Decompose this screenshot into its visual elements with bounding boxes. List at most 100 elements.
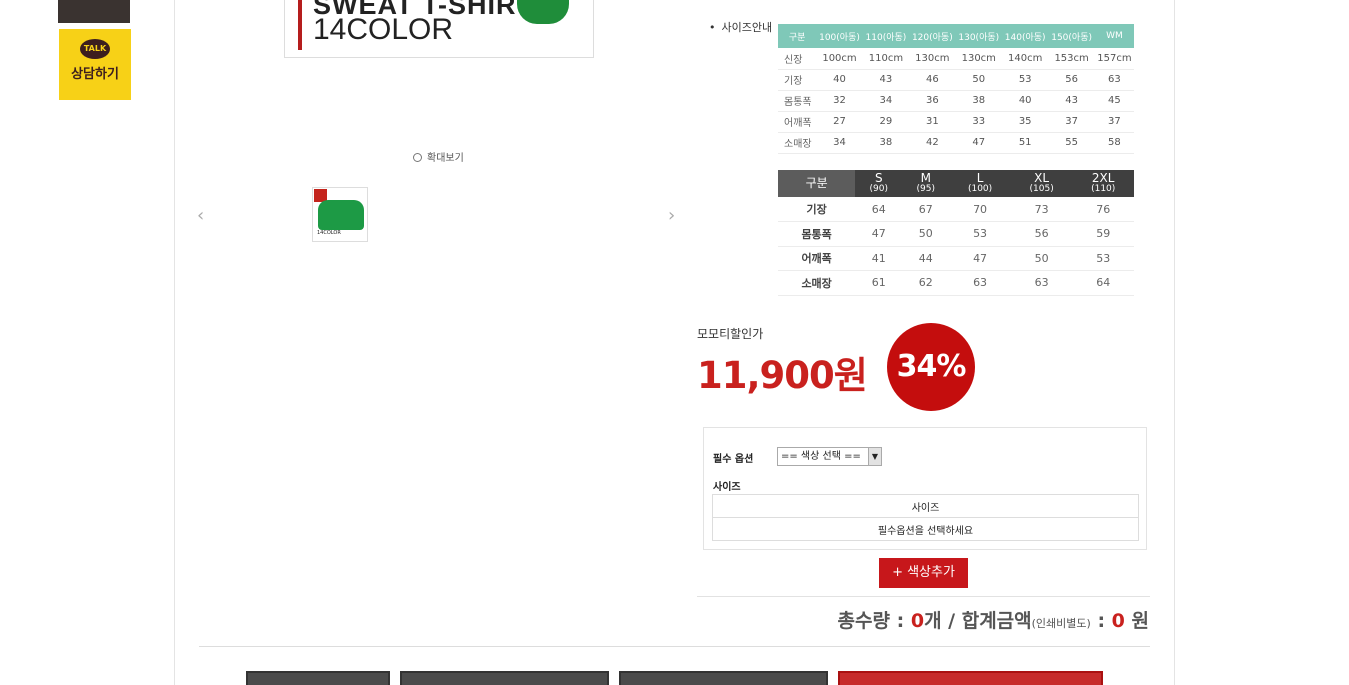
adult-table-cell: 47 <box>949 246 1011 271</box>
adult-table-cell: 어깨폭 <box>778 246 856 271</box>
kids-table-header: 구분 <box>778 24 817 48</box>
buy-now-button[interactable] <box>838 671 1103 685</box>
adult-table-cell: 50 <box>1010 246 1073 271</box>
kakao-consult-label: 상담하기 <box>71 67 119 82</box>
adult-table-cell: 소매장 <box>778 270 856 296</box>
kids-table-row: 어깨폭 27 29 31 33 35 37 37 <box>778 111 1134 133</box>
kids-table-cell: 40 <box>816 69 863 91</box>
discount-price-label: 모모티할인가 <box>697 327 764 341</box>
adult-table-header: XL (105) <box>1010 170 1073 197</box>
total-sep: : <box>1090 610 1112 632</box>
kids-table-cell: 32 <box>816 90 863 112</box>
kids-table-cell: 신장 <box>778 48 817 70</box>
adult-table-cell: 47 <box>855 221 903 247</box>
kids-table-cell: 50 <box>955 69 1002 91</box>
thumb-sweatshirt <box>318 200 364 230</box>
kids-table-cell: 47 <box>955 132 1002 154</box>
kids-table-header: WM <box>1094 24 1134 48</box>
adult-table-header: L (100) <box>949 170 1011 197</box>
zoom-button[interactable]: 확대보기 <box>413 149 464 164</box>
kids-table-cell: 29 <box>862 111 910 133</box>
kids-table-cell: 36 <box>909 90 956 112</box>
kakao-talk-consult-button[interactable]: TALK 상담하기 <box>59 29 131 100</box>
adult-table-cell: 63 <box>1010 270 1073 296</box>
kids-size-table: 구분 100(아동) 110(아동) 120(아동) 130(아동) 140(아동) 150… <box>778 24 1134 154</box>
image-red-accent <box>298 0 302 50</box>
sidebar-banner[interactable] <box>58 0 130 23</box>
thumb-next-arrow-icon[interactable]: › <box>668 205 675 226</box>
image-title-line2: 14COLOR <box>313 13 454 46</box>
color-select[interactable]: == 색상 선택 == ▼ <box>777 447 882 466</box>
product-thumbnail[interactable]: 14COLOR <box>312 187 368 242</box>
kids-table-cell: 100cm <box>816 48 863 70</box>
kids-table-cell: 31 <box>909 111 956 133</box>
kids-table-cell: 55 <box>1048 132 1095 154</box>
action-button-3[interactable] <box>619 671 828 685</box>
kids-table-cell: 43 <box>862 69 910 91</box>
kids-table-cell: 35 <box>1001 111 1049 133</box>
kids-table-row: 몸통폭 32 34 36 38 40 43 45 <box>778 90 1134 112</box>
kids-table-cell: 46 <box>909 69 956 91</box>
adult-table-cell: 기장 <box>778 197 856 222</box>
adult-table-header: 구분 <box>778 170 856 197</box>
kids-table-cell: 몸통폭 <box>778 90 817 112</box>
adult-table-cell: 몸통폭 <box>778 221 856 247</box>
kids-table-cell: 110cm <box>862 48 910 70</box>
kids-table-header: 120(아동) <box>909 24 956 48</box>
kids-table-cell: 40 <box>1001 90 1049 112</box>
total-amount: 0 <box>1111 610 1125 632</box>
adult-table-cell: 44 <box>902 246 950 271</box>
action-button-2[interactable] <box>400 671 609 685</box>
kids-table-row: 소매장 34 38 42 47 51 55 58 <box>778 132 1134 154</box>
adult-table-cell: 53 <box>1072 246 1134 271</box>
kids-table-cell: 38 <box>955 90 1002 112</box>
size-option-table: 사이즈 필수옵션을 선택하세요 <box>712 494 1139 541</box>
kids-table-cell: 34 <box>862 90 910 112</box>
adult-size-sub: (90) <box>869 183 888 194</box>
adult-size-name: M <box>920 170 931 185</box>
image-sweatshirt-graphic <box>517 0 569 24</box>
kids-table-cell: 42 <box>909 132 956 154</box>
product-main-image[interactable]: SWEAT T-SHIRT 14COLOR <box>284 0 594 58</box>
dropdown-arrow-icon: ▼ <box>868 448 881 465</box>
adult-table-header: M (95) <box>902 170 950 197</box>
adult-table-row: 몸통폭 47 50 53 56 59 <box>778 221 1134 247</box>
adult-table-cell: 64 <box>855 197 903 222</box>
adult-table-row: 어깨폭 41 44 47 50 53 <box>778 246 1134 271</box>
kids-table-header: 150(아동) <box>1048 24 1095 48</box>
adult-table-cell: 63 <box>949 270 1011 296</box>
thumb-prev-arrow-icon[interactable]: ‹ <box>197 205 204 226</box>
kids-table-cell: 56 <box>1048 69 1095 91</box>
adult-table-cell: 73 <box>1010 197 1073 222</box>
kids-table-header: 140(아동) <box>1001 24 1049 48</box>
kids-table-header: 110(아동) <box>862 24 910 48</box>
total-qty-unit: 개 / 합계금액 <box>924 610 1032 632</box>
product-price: 11,900원 <box>697 354 868 397</box>
adult-table-cell: 76 <box>1072 197 1134 222</box>
adult-table-row: 기장 64 67 70 73 76 <box>778 197 1134 222</box>
kids-table-cell: 33 <box>955 111 1002 133</box>
adult-table-row: 소매장 61 62 63 63 64 <box>778 270 1134 296</box>
option-box: 필수 옵션 == 색상 선택 == ▼ 사이즈 사이즈 필수옵션을 선택하세요 <box>703 427 1147 550</box>
adult-size-name: XL <box>1034 170 1050 185</box>
total-print-note: (인쇄비별도) <box>1031 617 1091 630</box>
kids-table-cell: 130cm <box>909 48 956 70</box>
color-select-value: == 색상 선택 == <box>781 451 861 462</box>
kids-table-cell: 34 <box>816 132 863 154</box>
add-color-button[interactable]: + 색상추가 <box>879 558 968 588</box>
adult-table-cell: 59 <box>1072 221 1134 247</box>
zoom-label: 확대보기 <box>427 153 464 164</box>
size-guide-label: 사이즈안내 <box>709 19 773 35</box>
thumb-caption: 14COLOR <box>317 230 341 236</box>
adult-table-cell: 50 <box>902 221 950 247</box>
size-option-placeholder: 필수옵션을 선택하세요 <box>712 517 1139 541</box>
kids-table-header: 130(아동) <box>955 24 1002 48</box>
kids-table-cell: 58 <box>1094 132 1134 154</box>
action-button-1[interactable] <box>246 671 390 685</box>
adult-size-sub: (100) <box>967 183 993 194</box>
adult-table-cell: 53 <box>949 221 1011 247</box>
kids-table-cell: 140cm <box>1001 48 1049 70</box>
total-summary: 총수량 : 0개 / 합계금액(인쇄비별도) : 0 원 <box>838 606 1149 633</box>
kids-table-cell: 기장 <box>778 69 817 91</box>
adult-table-cell: 70 <box>949 197 1011 222</box>
